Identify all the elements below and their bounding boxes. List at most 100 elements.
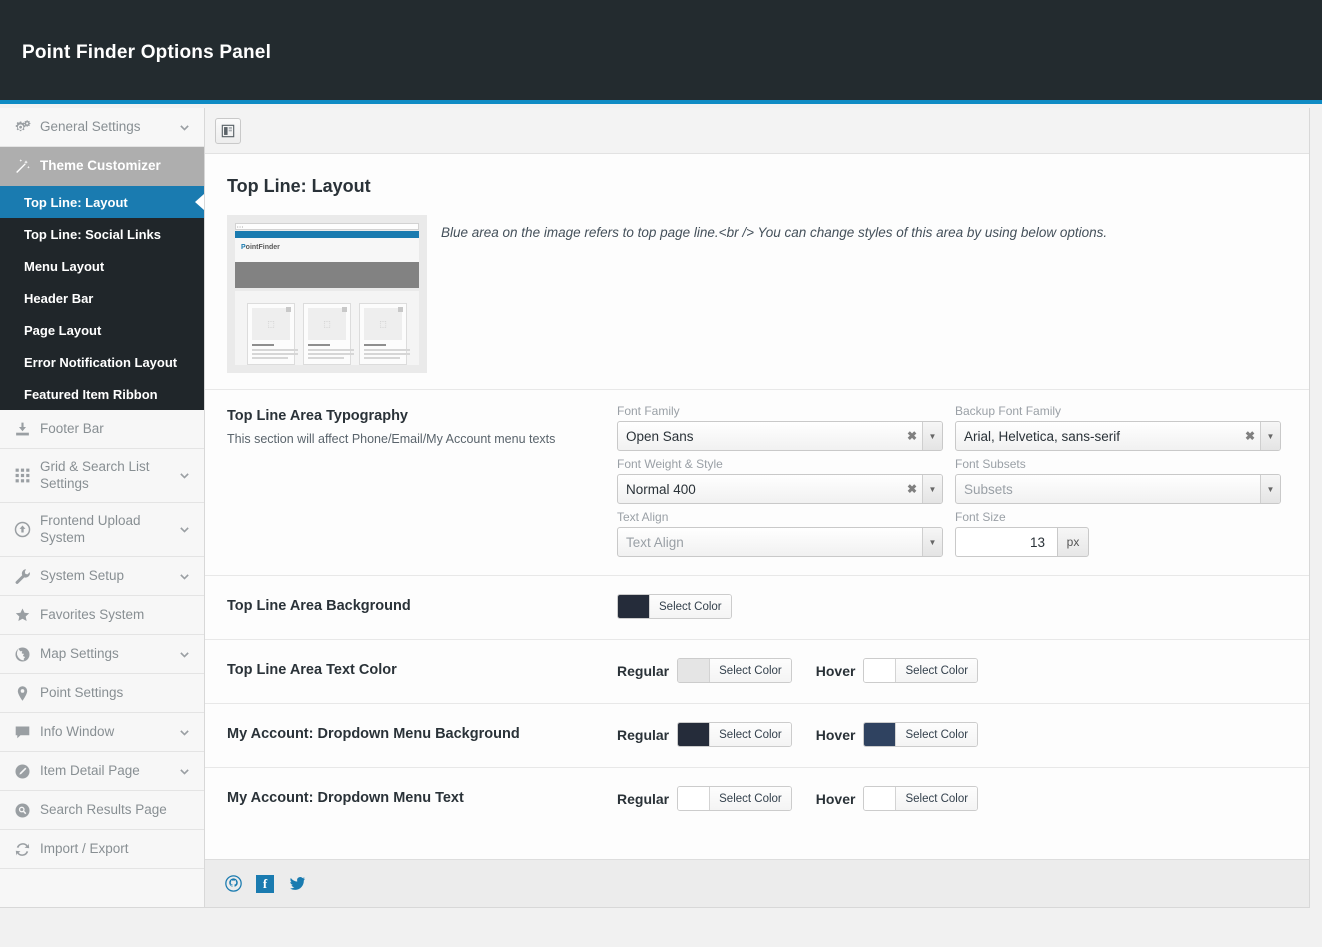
chevron-down-icon[interactable] (176, 765, 192, 778)
typography-title: Top Line Area Typography (227, 408, 408, 424)
content-area: Top Line: Layout ••• PointFinder ⬚ ⬚ ⬚ B… (205, 108, 1310, 908)
select-font-subsets[interactable]: Subsets ▼ (955, 474, 1281, 504)
sidebar-item-label: Theme Customizer (40, 158, 161, 174)
color-swatch (678, 723, 711, 746)
preview-card-heading (308, 344, 330, 346)
sidebar-item-system-setup[interactable]: System Setup (0, 557, 204, 596)
color-row-label: Top Line Area Text Color (227, 658, 617, 682)
content-body: ••• PointFinder ⬚ ⬚ ⬚ Blue area on the i… (205, 215, 1309, 831)
sidebar-item-grid-search-list-settings[interactable]: Grid & Search List Settings (0, 449, 204, 503)
select-color-button[interactable]: Select Color (650, 595, 731, 618)
sidebar-item-label: Favorites System (40, 606, 145, 622)
select-color-button[interactable]: Select Color (896, 659, 978, 682)
chevron-down-icon[interactable] (176, 648, 192, 661)
preview-card-image (364, 308, 402, 340)
twitter-icon[interactable] (287, 874, 307, 894)
color-rows: Top Line Area Background Select Color Top … (205, 575, 1309, 831)
select-text-align[interactable]: Text Align ▼ (617, 527, 943, 557)
select-color-button[interactable]: Select Color (896, 723, 978, 746)
color-picker[interactable]: Select Color (677, 786, 792, 811)
preview-card-line (252, 353, 298, 355)
preview-card-image (308, 308, 346, 340)
sidebar-item-general-settings[interactable]: General Settings (0, 108, 204, 147)
select-color-button[interactable]: Select Color (710, 723, 791, 746)
typography-grid: Font Family Open Sans ✖ ▼ Backup Font Family… (617, 404, 1287, 557)
sidebar-item-theme-customizer[interactable]: Theme Customizer (0, 147, 204, 186)
content-footer: f (205, 859, 1309, 907)
chevron-down-icon[interactable] (176, 469, 192, 482)
sidebar-subitem-menu-layout[interactable]: Menu Layout (0, 250, 204, 282)
select-font-weight-style[interactable]: Normal 400 ✖ ▼ (617, 474, 943, 504)
select-backup-font-family[interactable]: Arial, Helvetica, sans-serif ✖ ▼ (955, 421, 1281, 451)
clear-icon[interactable]: ✖ (902, 429, 922, 443)
chevron-down-icon[interactable] (176, 523, 192, 536)
preview-card (247, 303, 298, 365)
select-color-button[interactable]: Select Color (710, 787, 791, 810)
preview-card-image (252, 308, 290, 340)
sidebar-item-point-settings[interactable]: Point Settings (0, 674, 204, 713)
sidebar-item-frontend-upload-system[interactable]: Frontend Upload System (0, 503, 204, 557)
sidebar-subitem-error-notification-layout[interactable]: Error Notification Layout (0, 346, 204, 378)
sidebar-subitem-top-line-layout[interactable]: Top Line: Layout (0, 186, 204, 218)
chevron-down-icon[interactable] (176, 726, 192, 739)
sidebar-subitem-header-bar[interactable]: Header Bar (0, 282, 204, 314)
color-picker[interactable]: Select Color (863, 722, 979, 747)
select-font-family[interactable]: Open Sans ✖ ▼ (617, 421, 943, 451)
font-size-unit: px (1057, 527, 1089, 557)
sidebar-item-label: Footer Bar (40, 420, 104, 436)
font-size-input[interactable] (955, 527, 1057, 557)
github-icon[interactable] (223, 874, 243, 894)
color-picker[interactable]: Select Color (677, 722, 792, 747)
star-icon (14, 607, 40, 624)
preview-card-corner (342, 307, 347, 312)
select-color-button[interactable]: Select Color (896, 787, 978, 810)
dropdown-arrow-icon[interactable]: ▼ (922, 528, 942, 556)
sidebar-subitem-featured-item-ribbon[interactable]: Featured Item Ribbon (0, 378, 204, 410)
preview-card-corner (286, 307, 291, 312)
select-color-button[interactable]: Select Color (710, 659, 791, 682)
sidebar-item-map-settings[interactable]: Map Settings (0, 635, 204, 674)
color-row-fields: Select Color (617, 594, 1287, 619)
field-label: Font Size (955, 510, 1006, 524)
color-row-title: Top Line Area Text Color (227, 662, 397, 678)
wrench-icon (14, 568, 40, 585)
typography-row: Top Line Area Typography This section wi… (205, 389, 1309, 575)
color-picker[interactable]: Select Color (677, 658, 792, 683)
sidebar-item-import-export[interactable]: Import / Export (0, 830, 204, 869)
color-picker[interactable]: Select Color (617, 594, 732, 619)
select-value: Normal 400 (626, 481, 696, 497)
color-picker[interactable]: Select Color (863, 786, 979, 811)
clear-icon[interactable]: ✖ (1240, 429, 1260, 443)
page-title: Point Finder Options Panel (22, 42, 272, 63)
sidebar-item-label: Import / Export (40, 840, 129, 856)
sidebar-subitem-label: Top Line: Social Links (24, 226, 161, 242)
dropdown-arrow-icon[interactable]: ▼ (922, 422, 942, 450)
color-row: My Account: Dropdown Menu Background Regu… (205, 703, 1309, 767)
map-pin-icon (14, 685, 40, 702)
sidebar-item-footer-bar[interactable]: Footer Bar (0, 410, 204, 449)
dropdown-arrow-icon[interactable]: ▼ (922, 475, 942, 503)
chevron-down-icon[interactable] (176, 121, 192, 134)
sidebar-subnav: Top Line: Layout Top Line: Social Links Me… (0, 186, 204, 410)
panel-layout-icon[interactable] (215, 117, 241, 144)
facebook-icon[interactable]: f (255, 874, 275, 894)
upload-circle-icon (14, 521, 40, 538)
clear-icon[interactable]: ✖ (902, 482, 922, 496)
sidebar-item-favorites-system[interactable]: Favorites System (0, 596, 204, 635)
search-circle-icon (14, 802, 40, 819)
sidebar-item-info-window[interactable]: Info Window (0, 713, 204, 752)
sidebar-subitem-top-line-social-links[interactable]: Top Line: Social Links (0, 218, 204, 250)
field-label: Text Align (617, 510, 669, 524)
sidebar-item-label: Item Detail Page (40, 762, 140, 778)
sidebar-item-item-detail-page[interactable]: Item Detail Page (0, 752, 204, 791)
sidebar-item-search-results-page[interactable]: Search Results Page (0, 791, 204, 830)
dropdown-arrow-icon[interactable]: ▼ (1260, 475, 1280, 503)
field-label: Font Subsets (955, 457, 1026, 471)
sidebar-item-label: Point Settings (40, 684, 124, 700)
color-picker[interactable]: Select Color (863, 658, 979, 683)
chevron-down-icon[interactable] (176, 570, 192, 583)
color-swatch (864, 787, 897, 810)
download-icon (14, 421, 40, 438)
sidebar-subitem-page-layout[interactable]: Page Layout (0, 314, 204, 346)
dropdown-arrow-icon[interactable]: ▼ (1260, 422, 1280, 450)
